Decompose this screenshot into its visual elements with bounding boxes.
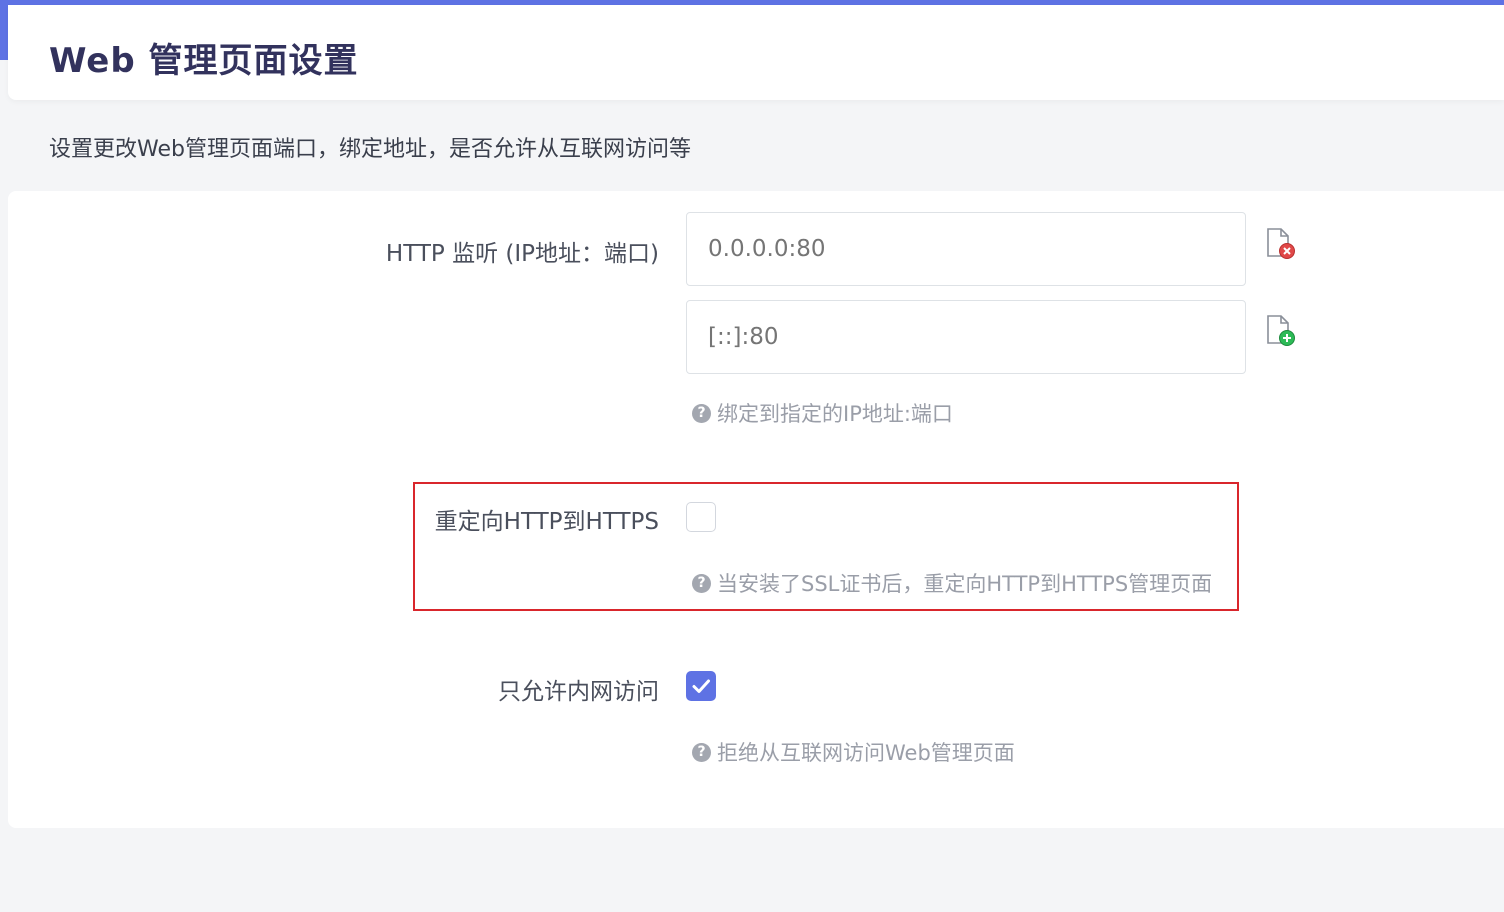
http-listen-help-text: 绑定到指定的IP地址:端口 bbox=[717, 402, 953, 426]
question-circle-icon: ? bbox=[692, 573, 711, 593]
http-listen-label: HTTP 监听 (IP地址：端口) bbox=[385, 241, 659, 267]
header-card: Web 管理页面设置 bbox=[8, 5, 1504, 100]
redirect-https-checkbox[interactable] bbox=[686, 502, 716, 532]
lan-only-label: 只允许内网访问 bbox=[498, 679, 659, 705]
lan-only-help: ? 拒绝从互联网访问Web管理页面 bbox=[692, 737, 1015, 767]
lan-only-checkbox[interactable] bbox=[686, 671, 716, 701]
redirect-https-label: 重定向HTTP到HTTPS bbox=[434, 509, 659, 535]
page-description: 设置更改Web管理页面端口，绑定地址，是否允许从互联网访问等 bbox=[49, 137, 691, 162]
lan-only-help-text: 拒绝从互联网访问Web管理页面 bbox=[717, 741, 1015, 765]
left-accent-bar bbox=[0, 0, 8, 60]
question-circle-icon: ? bbox=[692, 742, 711, 762]
file-remove-icon[interactable] bbox=[1266, 228, 1296, 260]
page-title: Web 管理页面设置 bbox=[49, 41, 359, 81]
http-listen-help: ? 绑定到指定的IP地址:端口 bbox=[692, 398, 953, 428]
question-circle-icon: ? bbox=[692, 403, 711, 423]
settings-form: HTTP 监听 (IP地址：端口) ? 绑定到指定的IP地址:端口 重定向HTT… bbox=[8, 191, 1504, 828]
redirect-https-help: ? 当安装了SSL证书后，重定向HTTP到HTTPS管理页面 bbox=[692, 568, 1212, 598]
checkmark-icon bbox=[692, 679, 710, 693]
file-add-icon[interactable] bbox=[1266, 315, 1296, 347]
http-listen-input-2[interactable] bbox=[686, 300, 1246, 374]
redirect-https-help-text: 当安装了SSL证书后，重定向HTTP到HTTPS管理页面 bbox=[717, 572, 1213, 596]
http-listen-input-1[interactable] bbox=[686, 212, 1246, 286]
